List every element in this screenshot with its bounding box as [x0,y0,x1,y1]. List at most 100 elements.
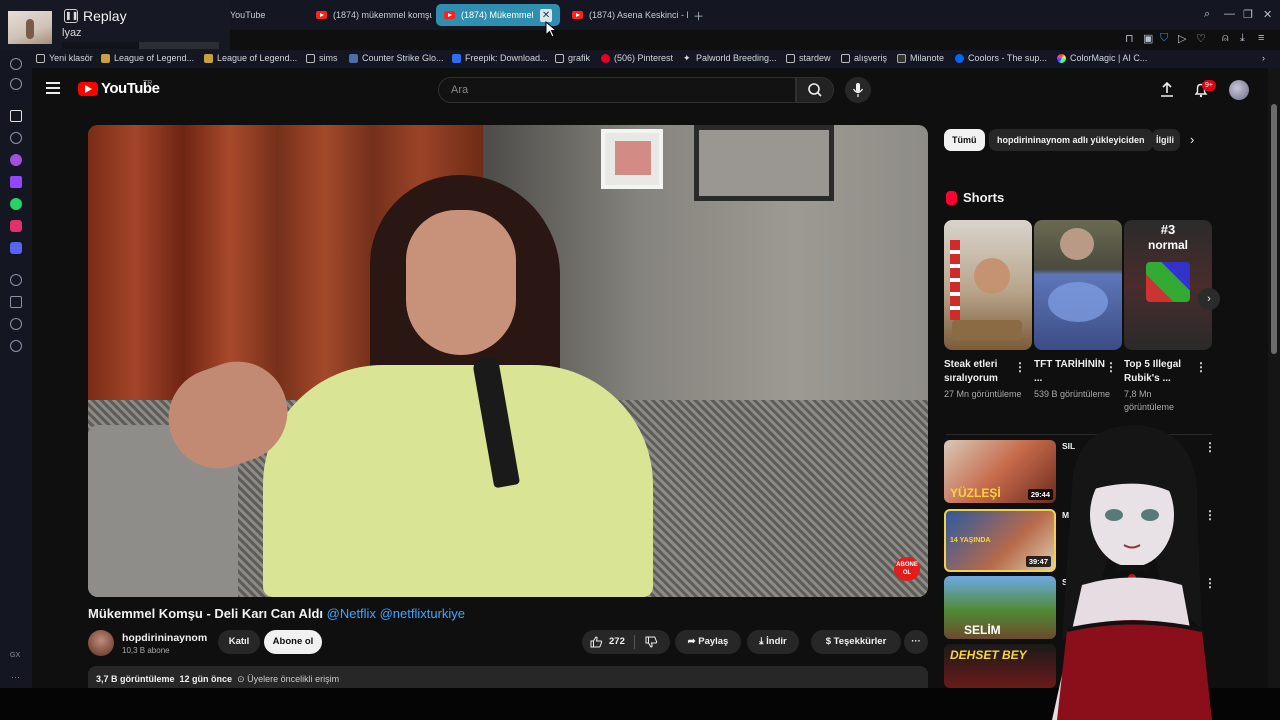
short-menu-icon[interactable]: ⋮ [1195,360,1207,374]
restore-icon[interactable]: ❐ [1243,8,1253,21]
account-avatar[interactable] [1229,80,1249,100]
chip-from-uploader[interactable]: hopdirininaynom adlı yükleyiciden [989,129,1153,151]
download-button[interactable]: ⤓ İndir [747,630,799,654]
upload-icon[interactable] [1160,82,1174,98]
gx-corner-icon[interactable] [10,154,22,166]
netflixturkiye-tag-link[interactable]: @netflixturkiye [380,606,465,621]
lol-icon [101,53,110,63]
short-menu-icon[interactable]: ⋮ [1014,360,1026,374]
profile-icon[interactable]: ⍝ [1222,32,1229,45]
abone-ol-watermark[interactable]: ABONE OL [894,557,920,581]
vpn-shield-icon[interactable]: ⛉ [1160,32,1168,45]
microphone-icon [852,83,864,97]
bookmark-counter-strike[interactable]: Counter Strike Glo... [349,53,444,63]
download-icon[interactable]: ⤓ [1240,32,1245,45]
freepik-icon [452,53,461,63]
tab-label: YouTube [230,10,266,20]
short-thumbnail-tft[interactable] [1034,220,1122,350]
bookmark-alisveris[interactable]: alışveriş [841,53,887,63]
heart-icon[interactable]: ♡ [1196,32,1206,45]
shorts-next-icon[interactable]: › [1198,288,1220,310]
netflix-tag-link[interactable]: @Netflix [327,606,376,621]
replay-progress-bar[interactable] [62,42,219,49]
folder-icon [36,53,45,63]
mouse-cursor-icon [545,21,558,38]
short-thumbnail-steak[interactable] [944,220,1032,350]
replay-progress-fill [62,42,139,49]
folder-icon [786,53,795,63]
history-icon[interactable] [10,274,22,286]
minimize-icon[interactable]: — [1224,8,1235,20]
channel-avatar[interactable] [88,630,114,656]
hamburger-menu-icon[interactable] [46,82,60,94]
members-early-access: Üyelere öncelikli erişim [247,674,340,684]
short-thumbnail-rubik[interactable]: #3 normal [1124,220,1212,350]
bookmarks-more-icon[interactable]: › [1262,53,1265,63]
sidebar-icon-1[interactable] [10,58,22,70]
close-window-icon[interactable]: ✕ [1263,8,1272,21]
chip-related[interactable]: İlgili [1152,129,1180,151]
channel-name[interactable]: hopdirininaynom [122,632,207,644]
bookmark-freepik[interactable]: Freepik: Download... [452,53,548,63]
close-tab-icon[interactable]: ✕ [540,8,552,22]
subscribe-button[interactable]: Abone ol [264,630,322,654]
like-button[interactable]: 272 [590,630,625,654]
whatsapp-icon[interactable] [10,198,22,210]
short-title-steak[interactable]: Steak etleri sıralıyorum [944,358,1018,386]
chatgpt-icon[interactable] [10,132,22,144]
chip-scroll-right-icon[interactable]: › [1190,132,1194,147]
replay-widget[interactable]: ❚❚ Replay lyaz [0,0,230,52]
more-actions-button[interactable]: ··· [904,630,928,654]
thumbs-down-icon[interactable] [645,636,658,648]
new-tab-icon[interactable]: ＋ [693,8,704,24]
search-icon [808,83,822,97]
instagram-icon[interactable] [10,220,22,232]
twitch-icon[interactable] [10,176,22,188]
bookmark-icon[interactable]: ⊓ [1125,32,1134,45]
bookmark-coolors[interactable]: Coolors - The sup... [955,53,1047,63]
bookmark-pinterest[interactable]: (506) Pinterest [601,53,673,63]
search-input[interactable]: Ara [438,77,796,103]
discord-icon[interactable] [10,242,22,254]
voice-search-button[interactable] [845,77,871,103]
page-scrollbar[interactable] [1268,68,1280,688]
snapshot-icon[interactable]: ▣ [1143,32,1153,45]
join-button[interactable]: Katıl [218,630,260,654]
sidebar-aria-icon[interactable] [10,110,22,122]
bookmark-stardew[interactable]: stardew [786,53,831,63]
extensions-icon[interactable] [10,318,22,330]
tab-asena-keskinci[interactable]: (1874) Asena Keskinci - E [564,4,688,26]
tab-active-video[interactable]: (1874) Mükemmel Ko ✕ [436,4,560,26]
notes-icon[interactable] [10,296,22,308]
bookmark-lol-1[interactable]: League of Legend... [101,53,194,63]
person-graphic [974,258,1010,294]
replay-thumbnail [8,11,52,44]
short-title-rubik[interactable]: Top 5 Illegal Rubik's ... [1124,358,1198,386]
sidebar-icon-2[interactable] [10,78,22,90]
bookmark-grafik[interactable]: grafik [555,53,590,63]
shorts-heading: Shorts [946,190,1004,205]
scrollbar-thumb[interactable] [1271,104,1277,354]
chip-all[interactable]: Tümü [944,129,985,151]
share-button[interactable]: ➦ Paylaş [675,630,741,654]
sidebar-more-icon[interactable]: ··· [11,672,20,682]
bookmark-yeni-klasor[interactable]: Yeni klasör [36,53,93,63]
bookmark-milanote[interactable]: Milanote [897,53,944,63]
play-icon[interactable]: ▷ [1178,32,1186,45]
pause-icon[interactable]: ❚❚ [64,9,78,23]
video-player[interactable]: ABONE OL [88,125,928,597]
short-menu-icon[interactable]: ⋮ [1105,360,1117,374]
tab-mukemmel-komsu-search[interactable]: (1874) mükemmel komşu [308,4,432,26]
search-tabs-icon[interactable]: ⌕ [1204,8,1210,21]
thanks-button[interactable]: $ Teşekkürler [811,630,901,654]
bookmark-lol-2[interactable]: League of Legend... [204,53,297,63]
channel-subscriber-count: 10,3 B abone [122,646,170,655]
search-button[interactable] [796,77,834,103]
cleaner-icon[interactable] [10,340,22,352]
folder-icon [306,53,315,63]
bookmark-palworld[interactable]: ✦ Palworld Breeding... [683,53,777,63]
bookmark-colormagic[interactable]: ColorMagic | AI C... [1057,53,1147,63]
menu-lines-icon[interactable]: ≡ [1258,32,1264,44]
short-title-tft[interactable]: TFT TARİHİNİN ... [1034,358,1108,386]
bookmark-sims[interactable]: sims [306,53,338,63]
